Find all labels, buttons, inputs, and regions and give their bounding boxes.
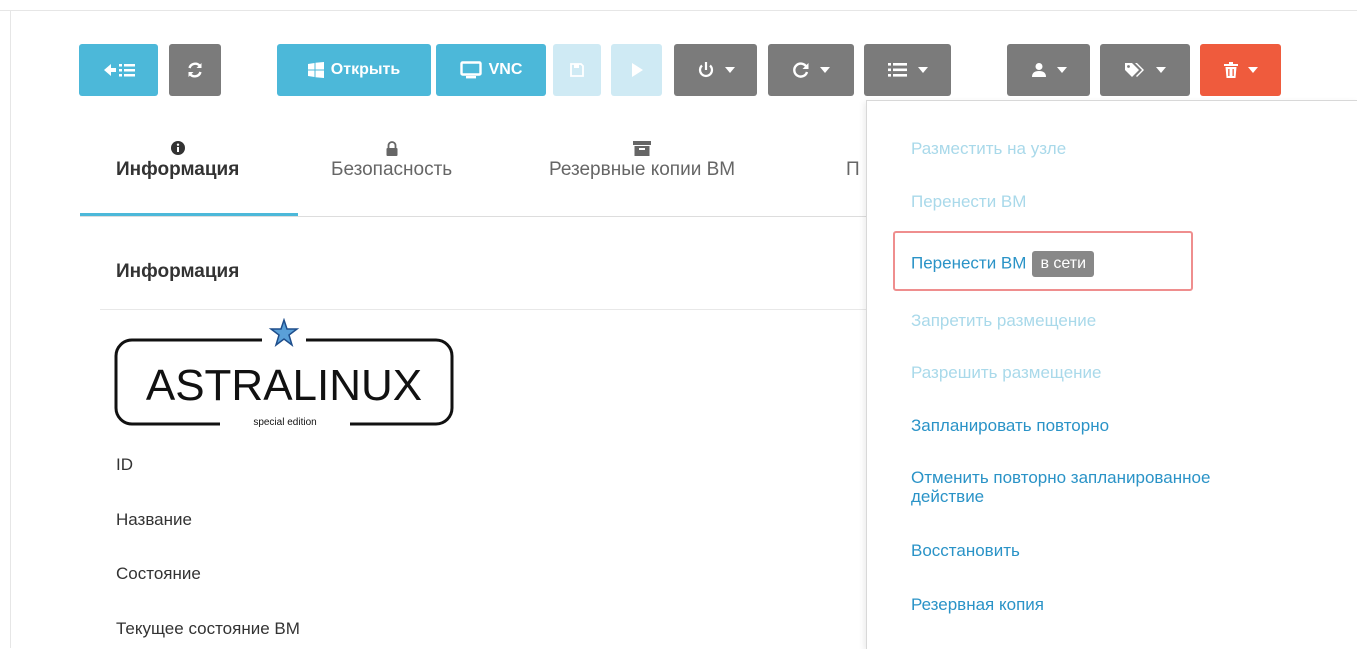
chevron-down-icon (1156, 67, 1166, 73)
windows-icon (307, 62, 324, 78)
menu-item-allow-deploy[interactable]: Разрешить размещение (911, 363, 1102, 382)
menu-item-undeploy[interactable]: Запретить размещение (911, 311, 1096, 330)
play-icon (630, 62, 644, 78)
save-button[interactable] (553, 44, 601, 96)
chevron-down-icon (1247, 67, 1258, 73)
chevron-down-icon (917, 67, 928, 73)
user-icon (1031, 62, 1047, 78)
menu-item-unreschedule[interactable]: Отменить повторно запланированное действ… (911, 468, 1210, 506)
tab-security-label: Безопасность (331, 159, 453, 180)
refresh-button[interactable] (169, 44, 221, 96)
delete-menu-button[interactable] (1200, 44, 1281, 96)
tab-backups[interactable]: Резервные копии ВМ (549, 141, 735, 181)
trash-icon (1223, 62, 1238, 78)
frame-top-border (0, 10, 1357, 11)
astralinux-logo: ASTRALINUX special edition (112, 317, 457, 430)
menu-item-unreschedule-line1: Отменить повторно запланированное (911, 468, 1211, 487)
back-to-list-button[interactable] (79, 44, 158, 96)
open-button-label: Открыть (330, 61, 401, 78)
play-button[interactable] (611, 44, 662, 96)
chevron-down-icon (1056, 67, 1067, 73)
active-tab-indicator (80, 213, 298, 216)
menu-item-migrate-live-label: Перенести ВМ (911, 253, 1027, 273)
refresh-icon (186, 61, 204, 79)
list-dropdown-menu: Разместить на узле Перенести ВМ Перенест… (866, 100, 1357, 649)
section-divider (100, 309, 866, 310)
tag-menu-button[interactable] (1100, 44, 1190, 96)
tag-icon (1124, 62, 1146, 78)
list-menu-button[interactable] (864, 44, 951, 96)
vnc-button-label: VNC (488, 61, 523, 78)
tabs-divider (80, 216, 870, 217)
field-state-label: Состояние (116, 564, 201, 583)
lock-icon (331, 141, 452, 157)
tab-info-label: Информация (116, 159, 240, 180)
tab-backups-label: Резервные копии ВМ (549, 159, 736, 180)
save-icon (570, 63, 584, 77)
open-button[interactable]: Открыть (277, 44, 431, 96)
reboot-menu-button[interactable] (768, 44, 854, 96)
frame-left-border (10, 10, 11, 648)
tab-security[interactable]: Безопасность (331, 141, 452, 181)
menu-item-backup[interactable]: Резервная копия (911, 595, 1044, 614)
chevron-down-icon (820, 67, 830, 73)
vnc-button[interactable]: VNC (436, 44, 546, 96)
back-list-icon (102, 61, 136, 79)
menu-item-migrate[interactable]: Перенести ВМ (911, 192, 1026, 211)
info-icon (116, 141, 239, 157)
menu-item-recover[interactable]: Восстановить (911, 541, 1020, 560)
user-menu-button[interactable] (1007, 44, 1090, 96)
menu-item-deploy[interactable]: Разместить на узле (911, 139, 1066, 158)
power-menu-button[interactable] (674, 44, 757, 96)
tab-info[interactable]: Информация (116, 141, 239, 181)
tab-partial-label: П (846, 159, 860, 180)
chevron-down-icon (724, 67, 735, 73)
svg-text:ASTRALINUX: ASTRALINUX (146, 361, 422, 410)
tab-partial[interactable]: П (846, 141, 860, 181)
menu-item-reschedule[interactable]: Запланировать повторно (911, 416, 1109, 435)
field-name-label: Название (116, 510, 192, 529)
reload-icon (792, 61, 810, 79)
power-icon (697, 61, 715, 79)
menu-item-migrate-live[interactable]: Перенести ВМ в сети (911, 251, 1095, 277)
monitor-icon (459, 61, 482, 79)
svg-text:special edition: special edition (253, 417, 316, 428)
field-id-label: ID (116, 455, 133, 474)
list-icon (887, 62, 908, 78)
section-title: Информация (116, 261, 240, 282)
live-badge: в сети (1032, 251, 1095, 277)
field-vm-state-label: Текущее состояние ВМ (116, 619, 300, 638)
menu-item-unreschedule-line2: действие (911, 487, 985, 506)
archive-icon (549, 141, 735, 157)
